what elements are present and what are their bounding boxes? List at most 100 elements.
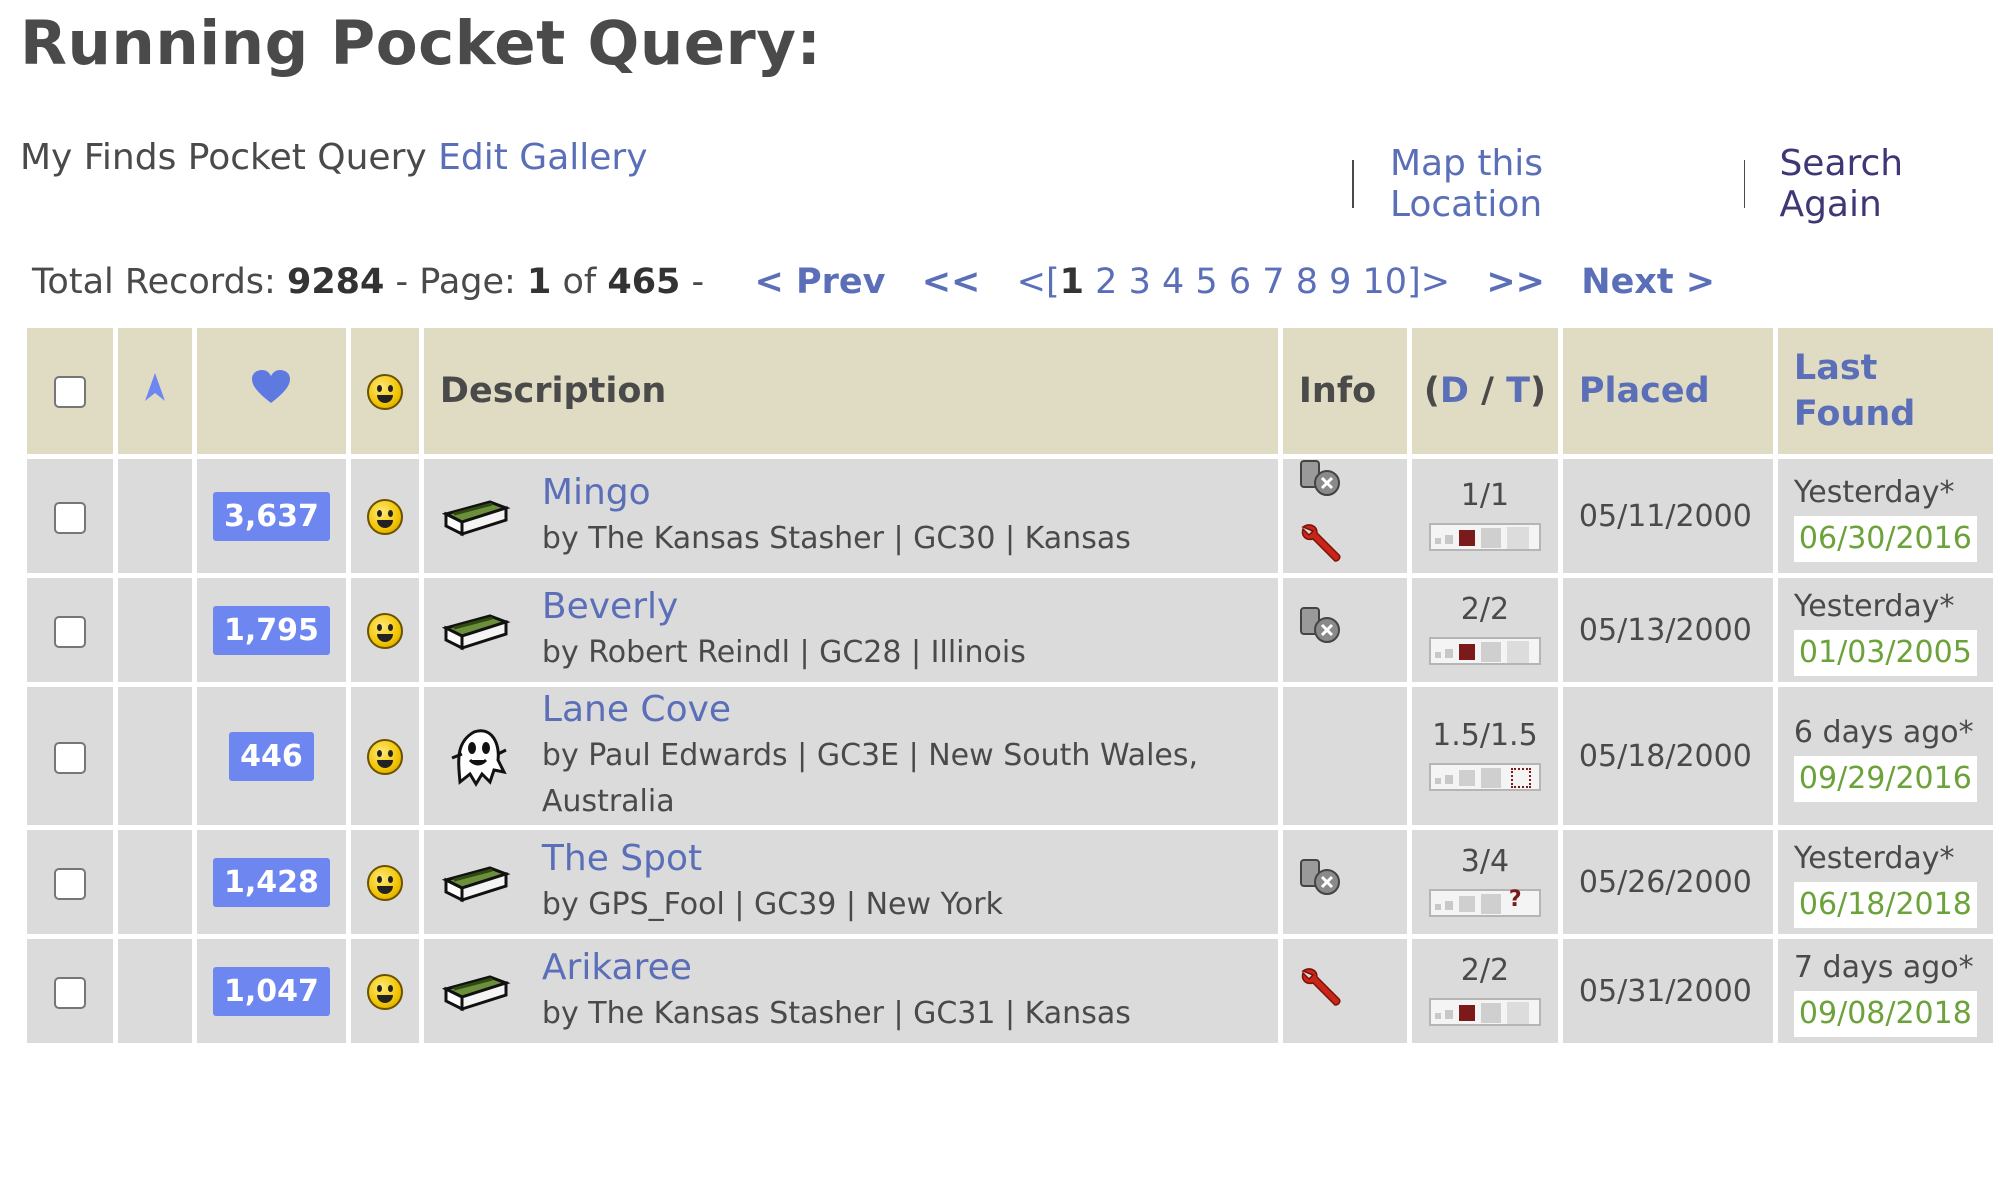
select-cell (27, 687, 113, 825)
row-checkbox[interactable] (54, 867, 86, 900)
my-found-date: 06/18/2018 (1793, 882, 1977, 928)
favorites-cell: 1,795 (197, 578, 346, 682)
link-divider (1352, 160, 1354, 208)
found-cell (350, 459, 419, 573)
description-cell: Arikaree by The Kansas Stasher | GC31 | … (423, 939, 1278, 1043)
first-page-link[interactable]: << (922, 262, 981, 302)
page-label: - Page: (395, 262, 516, 302)
container-size-icon (1428, 636, 1541, 665)
trackable-icon (1299, 858, 1391, 906)
row-checkbox[interactable] (54, 615, 86, 648)
bracket-open: <[ (1016, 262, 1060, 302)
page-number-link[interactable]: 3 (1129, 262, 1151, 302)
last-found-sort-link[interactable]: Last Found (1794, 345, 1915, 437)
description-cell: The Spot by GPS_Fool | GC39 | New York (423, 830, 1278, 934)
page-number-link[interactable]: 7 (1262, 262, 1284, 302)
info-header: Info (1282, 328, 1407, 454)
select-all-checkbox[interactable] (54, 376, 86, 408)
direction-header (118, 328, 192, 454)
search-again-link[interactable]: Search Again (1779, 143, 2010, 225)
page-number-link[interactable]: 8 (1296, 262, 1318, 302)
difficulty-sort-link[interactable]: D (1440, 371, 1469, 411)
placed-date: 05/11/2000 (1562, 459, 1773, 573)
table-row: 3,637 Mingo by The Kansas Stasher | GC30… (27, 459, 1993, 573)
my-found-date: 01/03/2005 (1793, 630, 1977, 676)
smiley-icon (366, 973, 403, 1010)
edit-gallery-link[interactable]: Edit Gallery (438, 137, 647, 178)
page-number-link[interactable]: 2 (1095, 262, 1117, 302)
difficulty-terrain: 2/2 (1460, 592, 1510, 627)
dt-cell: 2/2 (1411, 578, 1558, 682)
direction-cell (118, 687, 192, 825)
cache-owner-line: by Paul Edwards | GC3E | New South Wales… (541, 738, 1199, 819)
last-found-cell: 6 days ago* 09/29/2016 (1777, 687, 1993, 825)
found-cell (350, 939, 419, 1043)
cache-owner-line: by Robert Reindl | GC28 | Illinois (541, 635, 1026, 670)
description-cell: Mingo by The Kansas Stasher | GC30 | Kan… (423, 459, 1278, 573)
dt-cell: 3/4 ? (1411, 830, 1558, 934)
page-number-link[interactable]: 5 (1195, 262, 1217, 302)
header-row: Description Info (D / T) Placed Last Foun… (27, 328, 1993, 454)
row-checkbox[interactable] (54, 976, 86, 1009)
traditional-cache-icon (440, 955, 512, 1027)
terrain-sort-link[interactable]: T (1506, 371, 1530, 411)
direction-cell (118, 939, 192, 1043)
page-number-link[interactable]: 10 (1363, 262, 1408, 302)
cache-name-link[interactable]: Arikaree (542, 945, 1131, 991)
cache-name-link[interactable]: The Spot (542, 836, 1003, 882)
placed-sort-link[interactable]: Placed (1579, 371, 1710, 411)
page-number-link[interactable]: 6 (1229, 262, 1251, 302)
description-cell: Lane Cove by Paul Edwards | GC3E | New S… (423, 687, 1278, 825)
cache-owner-line: by GPS_Fool | GC39 | New York (541, 887, 1003, 922)
info-cell (1282, 687, 1407, 825)
heart-icon[interactable] (250, 369, 292, 405)
last-found-header: Last Found (1777, 328, 1993, 454)
dt-slash: / (1481, 371, 1494, 411)
favorites-cell: 3,637 (197, 459, 346, 573)
last-found-label-2: Found (1793, 394, 1916, 434)
direction-arrow-icon[interactable] (143, 371, 167, 403)
select-cell (27, 830, 113, 934)
cache-name-link[interactable]: Beverly (542, 584, 1026, 630)
prev-page-link[interactable]: < Prev (754, 262, 885, 302)
favorites-cell: 446 (197, 687, 346, 825)
smiley-icon (366, 864, 403, 901)
favorites-badge: 1,428 (213, 857, 330, 907)
select-cell (27, 459, 113, 573)
smiley-icon (366, 498, 403, 535)
row-checkbox[interactable] (54, 501, 86, 534)
map-location-link[interactable]: Map this Location (1390, 143, 1698, 225)
placed-date: 05/26/2000 (1562, 830, 1773, 934)
last-found-relative: 6 days ago* (1793, 715, 1974, 750)
traditional-cache-icon (440, 480, 512, 552)
dt-cell: 2/2 (1411, 939, 1558, 1043)
page-number-link[interactable]: 9 (1329, 262, 1351, 302)
table-row: 446 Lane Cove by Paul Edwards | GC3E | N… (27, 687, 1993, 825)
last-found-cell: Yesterday* 01/03/2005 (1777, 578, 1993, 682)
page-title: Running Pocket Query: (20, 8, 822, 79)
direction-cell (118, 459, 192, 573)
pagination-bar: Total Records: 9284 - Page: 1 of 465 - <… (32, 262, 1715, 302)
difficulty-terrain: 1/1 (1460, 478, 1510, 513)
favorites-badge: 3,637 (213, 491, 330, 541)
my-found-date: 09/29/2016 (1793, 756, 1977, 802)
page-number-link[interactable]: 4 (1162, 262, 1184, 302)
found-cell (350, 830, 419, 934)
needs-maintenance-icon (1299, 521, 1391, 573)
table-row: 1,795 Beverly by Robert Reindl | GC28 | … (27, 578, 1993, 682)
row-checkbox[interactable] (54, 741, 86, 774)
current-page: 1 (526, 262, 552, 302)
total-records: 9284 (286, 262, 385, 302)
next-page-link[interactable]: Next > (1581, 262, 1715, 302)
container-size-icon: ? (1428, 887, 1541, 917)
last-found-cell: 7 days ago* 09/08/2018 (1777, 939, 1993, 1043)
last-page-link[interactable]: >> (1486, 262, 1545, 302)
last-found-relative: 7 days ago* (1793, 950, 1974, 985)
info-cell (1282, 578, 1407, 682)
favorites-header (197, 328, 346, 454)
cache-name-link[interactable]: Lane Cove (542, 687, 1262, 733)
cache-name-link[interactable]: Mingo (542, 470, 1131, 516)
select-all-header (27, 328, 113, 454)
description-cell: Beverly by Robert Reindl | GC28 | Illino… (423, 578, 1278, 682)
pager-dash: - (691, 262, 705, 302)
